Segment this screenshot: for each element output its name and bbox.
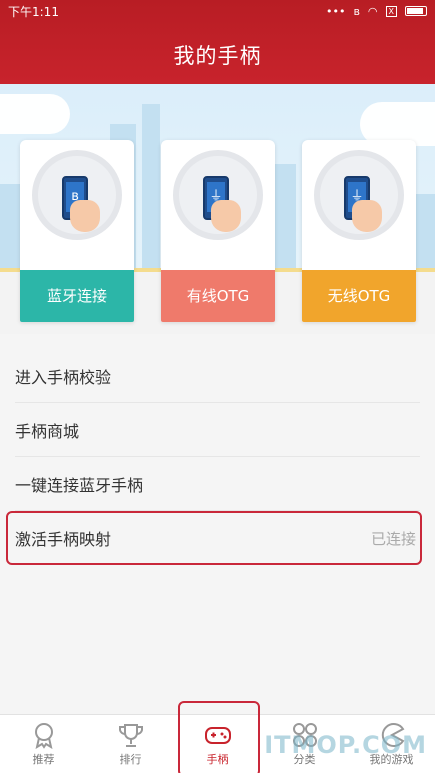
sim-icon: X	[385, 5, 397, 17]
card-label: 有线OTG	[161, 270, 275, 322]
app-header: 下午1:11 ••• ʙ ◠ X 我的手柄	[0, 0, 435, 84]
medal-icon	[34, 723, 53, 749]
tab-gamepad[interactable]: 手柄	[174, 701, 261, 773]
trophy-icon	[118, 724, 143, 747]
tab-recommend[interactable]: 推荐	[0, 715, 87, 773]
card-wireless-otg[interactable]: ⏚ 无线OTG	[302, 140, 416, 322]
menu-item-label: 进入手柄校验	[15, 367, 112, 387]
menu-item-label: 手柄商城	[15, 421, 80, 441]
card-label: 无线OTG	[302, 270, 416, 322]
menu-item-label: 一键连接蓝牙手柄	[15, 475, 144, 495]
hand-icon	[211, 200, 241, 232]
hand-icon	[70, 200, 100, 232]
page-title: 我的手柄	[173, 44, 262, 68]
menu-item-connect-bluetooth[interactable]: 一键连接蓝牙手柄	[15, 457, 420, 511]
wifi-icon: ◠	[367, 4, 378, 18]
battery-icon	[405, 6, 427, 16]
tab-ranking[interactable]: 排行	[87, 715, 174, 773]
tab-label: 排行	[119, 753, 142, 766]
status-time: 下午1:11	[8, 4, 59, 19]
highlight-box	[6, 511, 422, 565]
menu-item-calibrate[interactable]: 进入手柄校验	[15, 349, 420, 403]
dots-icon: •••	[326, 4, 346, 18]
status-bar: 下午1:11 ••• ʙ ◠ X	[0, 0, 435, 22]
cloud-decoration	[0, 94, 70, 134]
card-bluetooth[interactable]: ʙ 蓝牙连接	[20, 140, 134, 322]
menu-item-store[interactable]: 手柄商城	[15, 403, 420, 457]
watermark: ITMOP.COM	[264, 731, 427, 759]
card-label: 蓝牙连接	[20, 270, 134, 322]
gamepad-icon	[204, 727, 231, 744]
tab-label: 手柄	[206, 753, 229, 766]
hand-icon	[352, 200, 382, 232]
tab-label: 推荐	[32, 753, 55, 766]
bluetooth-status-icon: ʙ	[353, 4, 360, 18]
card-wired-otg[interactable]: ⏚ 有线OTG	[161, 140, 275, 322]
